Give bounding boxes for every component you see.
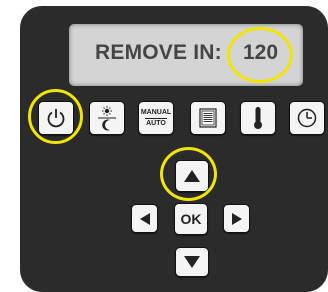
down-button[interactable] [175, 247, 209, 277]
arrow-right-icon [231, 212, 242, 225]
document-icon [199, 108, 217, 128]
right-button[interactable] [223, 204, 250, 233]
temperature-button[interactable] [240, 101, 276, 135]
arrow-left-icon [139, 212, 150, 225]
left-button[interactable] [131, 204, 158, 233]
ok-button[interactable]: OK [174, 203, 208, 235]
clock-button[interactable] [289, 101, 325, 135]
manual-auto-icon: MANUAL AUTO [141, 109, 171, 128]
ok-button-label: OK [180, 211, 202, 227]
display-value: 120 [243, 41, 279, 64]
power-icon [47, 109, 65, 128]
thermometer-icon [254, 107, 262, 129]
mode-divider [144, 117, 167, 119]
clock-icon [297, 108, 317, 128]
sun-moon-icon [98, 106, 116, 131]
manual-auto-button[interactable]: MANUAL AUTO [138, 101, 174, 135]
mode-auto-label: AUTO [146, 119, 166, 127]
lcd-display: REMOVE IN: 120 [69, 24, 303, 86]
mode-manual-label: MANUAL [140, 108, 172, 116]
up-button[interactable] [175, 160, 209, 192]
program-button[interactable] [190, 101, 226, 135]
arrow-down-icon [184, 256, 200, 268]
display-label: REMOVE IN: [95, 41, 222, 64]
power-button[interactable] [38, 101, 74, 135]
arrow-up-icon [184, 170, 200, 182]
day-night-button[interactable] [89, 101, 125, 135]
